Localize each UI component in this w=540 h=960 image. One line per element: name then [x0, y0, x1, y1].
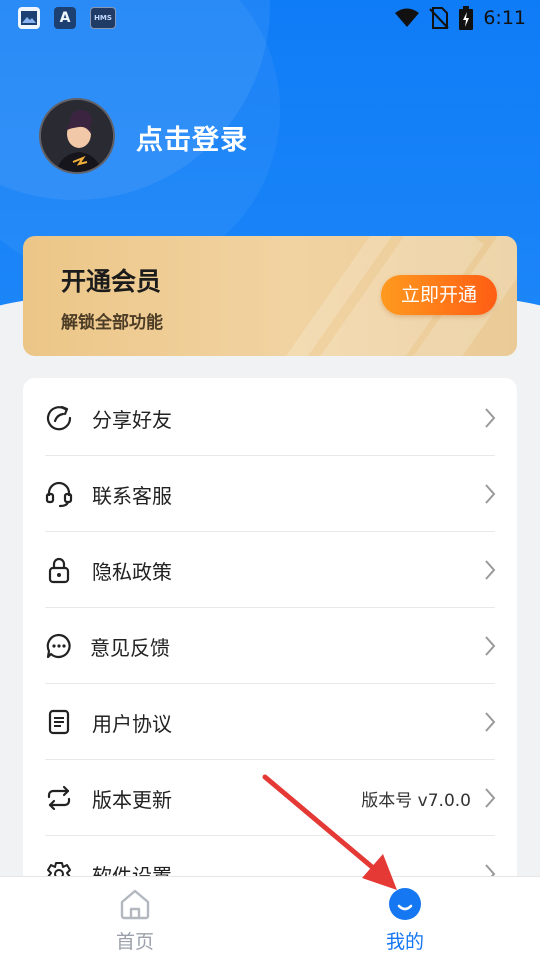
headset-icon [45, 481, 73, 508]
menu-item-label: 联系客服 [92, 483, 172, 508]
status-bar: A HMS 6:11 [0, 0, 540, 36]
wifi-icon [395, 8, 420, 27]
tab-home[interactable]: 首页 [0, 877, 270, 960]
image-icon [18, 7, 40, 29]
bottom-tab-bar: 首页 我的 [0, 876, 540, 960]
vip-card[interactable]: 开通会员 解锁全部功能 立即开通 [23, 236, 517, 356]
a-app-label: A [59, 10, 71, 26]
menu-item-privacy[interactable]: 隐私政策 [23, 532, 517, 608]
vip-subtitle: 解锁全部功能 [61, 313, 163, 333]
battery-charging-icon [459, 6, 474, 30]
home-icon [120, 889, 150, 920]
menu-item-label: 意见反馈 [90, 635, 170, 660]
vip-title: 开通会员 [61, 267, 162, 296]
menu-item-agreement[interactable]: 用户协议 [23, 684, 517, 760]
chevron-right-icon [485, 408, 496, 428]
menu-item-label: 用户协议 [92, 711, 172, 736]
activate-vip-button[interactable]: 立即开通 [381, 275, 497, 315]
version-number: 版本号 v7.0.0 [361, 790, 471, 811]
menu-item-feedback[interactable]: 意见反馈 [23, 608, 517, 684]
smile-circle-icon [389, 888, 421, 920]
chat-bubble-icon [46, 633, 71, 659]
avatar[interactable] [39, 98, 115, 174]
menu-item-support[interactable]: 联系客服 [23, 456, 517, 532]
menu-item-label: 隐私政策 [92, 559, 172, 584]
refresh-icon [47, 785, 71, 811]
hms-icon: HMS [90, 7, 116, 29]
menu-item-share[interactable]: 分享好友 [23, 380, 517, 456]
status-time: 6:11 [483, 7, 526, 29]
settings-menu: 分享好友 联系客服 隐私政策 意见反馈 用户协议 版本更新 版本号 v7.0.0 [23, 378, 517, 938]
menu-item-label: 版本更新 [92, 787, 172, 812]
menu-item-update[interactable]: 版本更新 版本号 v7.0.0 [23, 760, 517, 836]
document-icon [48, 709, 70, 735]
login-prompt[interactable]: 点击登录 [136, 118, 248, 157]
chevron-right-icon [485, 560, 496, 580]
a-app-icon: A [54, 7, 76, 29]
no-sim-icon [429, 7, 450, 29]
hms-label: HMS [94, 14, 112, 22]
lock-icon [48, 557, 70, 584]
tab-label: 首页 [115, 931, 154, 953]
tab-label: 我的 [385, 931, 424, 953]
menu-item-label: 分享好友 [92, 407, 172, 432]
chevron-right-icon [485, 788, 496, 808]
chevron-right-icon [485, 712, 496, 732]
chevron-right-icon [485, 484, 496, 504]
share-icon [46, 405, 72, 431]
chevron-right-icon [485, 636, 496, 656]
tab-mine[interactable]: 我的 [270, 877, 540, 960]
